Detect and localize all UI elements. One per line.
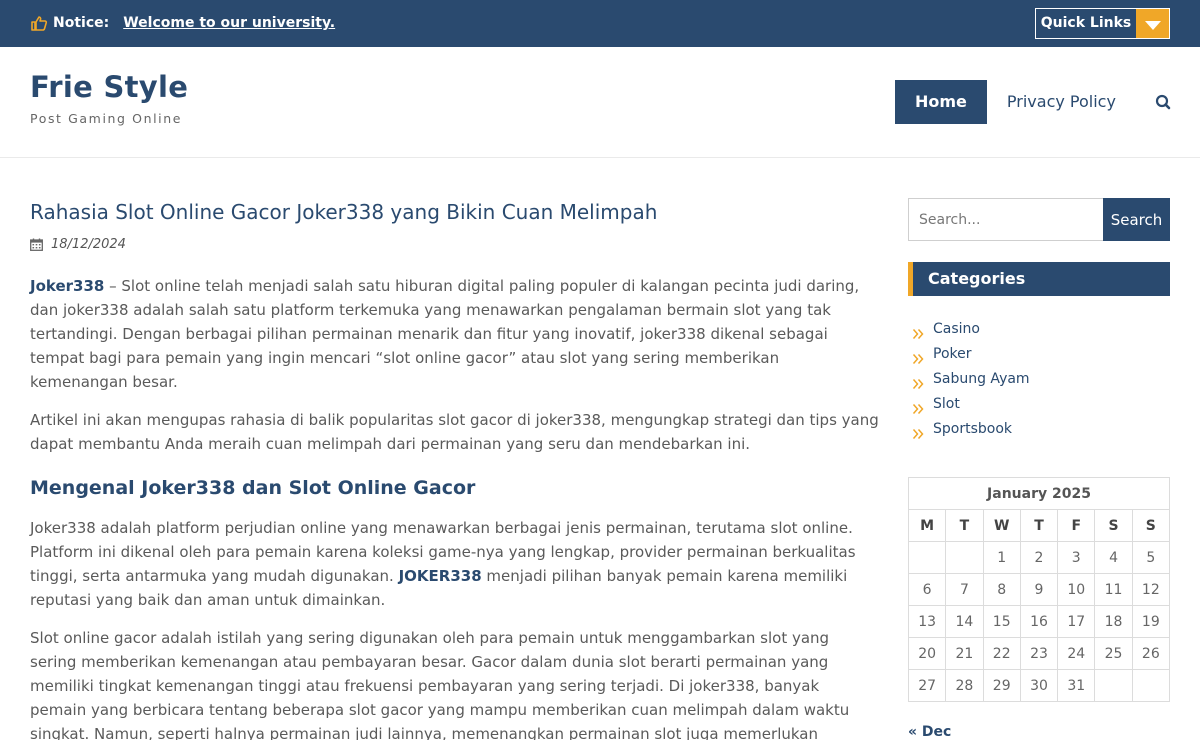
calendar-day: 25 bbox=[1094, 637, 1133, 670]
weekday-header: S bbox=[1131, 509, 1171, 542]
notice: Notice: Welcome to our university. bbox=[30, 13, 335, 33]
section-heading: Mengenal Joker338 dan Slot Online Gacor bbox=[30, 477, 476, 499]
calendar-week-row: 13 14 15 16 17 18 19 bbox=[907, 605, 1171, 638]
site-header: Frie Style Post Gaming Online Home Priva… bbox=[0, 47, 1200, 158]
double-chevron-right-icon bbox=[912, 374, 925, 389]
categories-title: Categories bbox=[908, 262, 1170, 296]
calendar-day: 8 bbox=[982, 573, 1021, 606]
joker338-caps-link[interactable]: JOKER338 bbox=[399, 567, 482, 585]
calendar-day: 14 bbox=[945, 605, 984, 638]
quick-links-button[interactable]: Quick Links bbox=[1035, 8, 1170, 39]
calendar-weekday-row: M T W T F S S bbox=[907, 509, 1171, 542]
weekday-header: T bbox=[1019, 509, 1059, 542]
calendar-day bbox=[945, 541, 984, 574]
calendar-day: 6 bbox=[907, 573, 947, 606]
top-bar: Notice: Welcome to our university. Quick… bbox=[0, 0, 1200, 47]
calendar-day: 28 bbox=[945, 669, 984, 702]
nav-item-privacy-policy[interactable]: Privacy Policy bbox=[987, 80, 1136, 124]
paragraph-1-text: – Slot online telah menjadi salah satu h… bbox=[30, 277, 860, 391]
category-item-poker[interactable]: Poker bbox=[912, 342, 1030, 367]
category-item-casino[interactable]: Casino bbox=[912, 317, 1030, 342]
calendar-caption: January 2025 bbox=[908, 477, 1170, 509]
search-input[interactable] bbox=[908, 198, 1103, 241]
post-title[interactable]: Rahasia Slot Online Gacor Joker338 yang … bbox=[30, 198, 880, 226]
calendar-widget: January 2025 M T W T F S S 1 2 3 4 5 6 7… bbox=[907, 477, 1171, 702]
notice-link[interactable]: Welcome to our university. bbox=[123, 15, 335, 31]
calendar-icon bbox=[30, 238, 43, 251]
calendar-day: 7 bbox=[945, 573, 984, 606]
weekday-header: F bbox=[1057, 509, 1096, 542]
calendar-day: 29 bbox=[982, 669, 1021, 702]
main-nav: Home Privacy Policy bbox=[895, 80, 1180, 124]
calendar-week-row: 1 2 3 4 5 bbox=[907, 541, 1171, 574]
post-meta: 18/12/2024 bbox=[30, 234, 880, 254]
calendar-day: 10 bbox=[1057, 573, 1096, 606]
quick-links-label: Quick Links bbox=[1040, 15, 1132, 31]
calendar-day: 12 bbox=[1131, 573, 1171, 606]
calendar-day: 26 bbox=[1131, 637, 1171, 670]
category-label[interactable]: Poker bbox=[933, 342, 972, 367]
category-item-sportsbook[interactable]: Sportsbook bbox=[912, 417, 1030, 442]
weekday-header: T bbox=[945, 509, 984, 542]
calendar-week-row: 27 28 29 30 31 bbox=[907, 669, 1171, 702]
calendar-day: 9 bbox=[1019, 573, 1059, 606]
chevron-down-icon[interactable] bbox=[1136, 9, 1169, 38]
category-label[interactable]: Slot bbox=[933, 392, 960, 417]
search-button[interactable]: Search bbox=[1103, 198, 1170, 241]
calendar-day bbox=[907, 541, 947, 574]
calendar-week-row: 6 7 8 9 10 11 12 bbox=[907, 573, 1171, 606]
weekday-header: S bbox=[1094, 509, 1133, 542]
category-label[interactable]: Sportsbook bbox=[933, 417, 1012, 442]
paragraph-3: Joker338 adalah platform perjudian onlin… bbox=[30, 516, 880, 612]
double-chevron-right-icon bbox=[912, 424, 925, 439]
categories-list: Casino Poker Sabung Ayam Slot Sportsbook bbox=[912, 317, 1030, 442]
calendar-day: 1 bbox=[982, 541, 1021, 574]
calendar-day: 30 bbox=[1019, 669, 1059, 702]
double-chevron-right-icon bbox=[912, 349, 925, 364]
paragraph-4: Slot online gacor adalah istilah yang se… bbox=[30, 629, 850, 740]
paragraph-2: Artikel ini akan mengupas rahasia di bal… bbox=[30, 411, 879, 453]
calendar-day: 15 bbox=[982, 605, 1021, 638]
calendar-day: 5 bbox=[1131, 541, 1171, 574]
nav-item-home[interactable]: Home bbox=[895, 80, 987, 124]
calendar-week-row: 20 21 22 23 24 25 26 bbox=[907, 637, 1171, 670]
paragraph-1: Joker338 – Slot online telah menjadi sal… bbox=[30, 274, 880, 394]
sidebar-search: Search bbox=[908, 198, 1170, 241]
joker338-link[interactable]: Joker338 bbox=[30, 277, 104, 295]
calendar-day: 4 bbox=[1094, 541, 1133, 574]
site-tagline: Post Gaming Online bbox=[30, 111, 183, 126]
weekday-header: W bbox=[982, 509, 1021, 542]
category-label[interactable]: Casino bbox=[933, 317, 980, 342]
calendar-day: 16 bbox=[1019, 605, 1059, 638]
post-date[interactable]: 18/12/2024 bbox=[51, 237, 126, 252]
calendar-prev-link[interactable]: « Dec bbox=[908, 724, 951, 740]
thumbs-up-icon bbox=[30, 14, 48, 32]
category-label[interactable]: Sabung Ayam bbox=[933, 367, 1030, 392]
calendar-day: 21 bbox=[945, 637, 984, 670]
calendar-day: 18 bbox=[1094, 605, 1133, 638]
calendar-day: 11 bbox=[1094, 573, 1133, 606]
calendar-day bbox=[1094, 669, 1133, 702]
calendar-day: 22 bbox=[982, 637, 1021, 670]
site-title[interactable]: Frie Style bbox=[30, 70, 188, 104]
calendar-day: 17 bbox=[1057, 605, 1096, 638]
calendar-day: 3 bbox=[1057, 541, 1096, 574]
category-item-sabung-ayam[interactable]: Sabung Ayam bbox=[912, 367, 1030, 392]
weekday-header: M bbox=[907, 509, 947, 542]
calendar-day: 31 bbox=[1057, 669, 1096, 702]
category-item-slot[interactable]: Slot bbox=[912, 392, 1030, 417]
calendar-day: 13 bbox=[907, 605, 947, 638]
calendar-day: 27 bbox=[907, 669, 947, 702]
calendar-day: 23 bbox=[1019, 637, 1059, 670]
search-icon[interactable] bbox=[1146, 80, 1180, 124]
calendar-day: 2 bbox=[1019, 541, 1059, 574]
calendar-day: 19 bbox=[1131, 605, 1171, 638]
double-chevron-right-icon bbox=[912, 324, 925, 339]
double-chevron-right-icon bbox=[912, 399, 925, 414]
notice-label: Notice: bbox=[53, 15, 110, 31]
calendar-day: 24 bbox=[1057, 637, 1096, 670]
calendar-day: 20 bbox=[907, 637, 947, 670]
calendar-day bbox=[1131, 669, 1171, 702]
article: Rahasia Slot Online Gacor Joker338 yang … bbox=[30, 198, 880, 740]
